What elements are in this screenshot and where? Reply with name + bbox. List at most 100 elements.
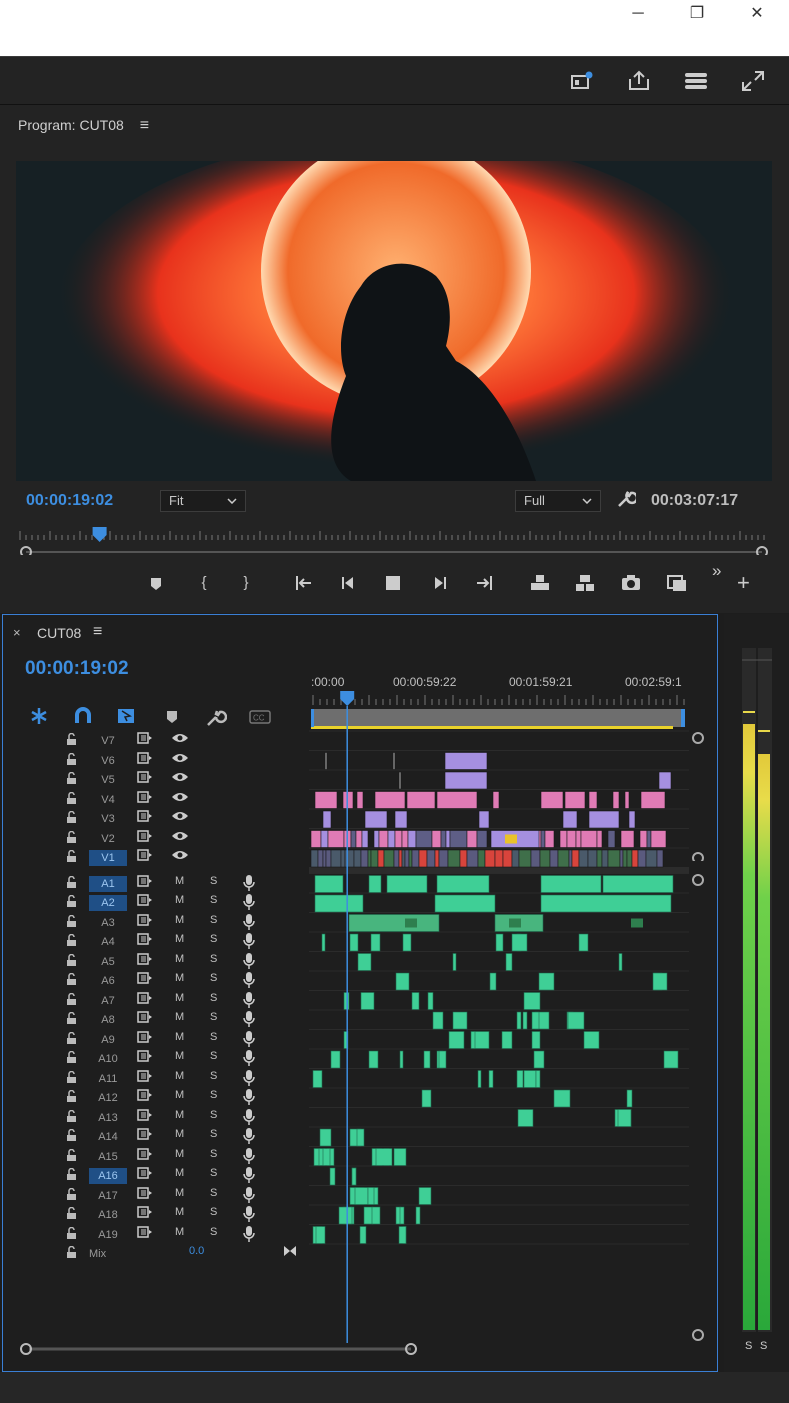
close-window-button[interactable]: ✕: [737, 4, 777, 24]
clip[interactable]: [368, 875, 382, 893]
clip[interactable]: [387, 830, 396, 848]
clip[interactable]: [477, 849, 486, 868]
work-area-range[interactable]: [311, 726, 673, 729]
clip[interactable]: [431, 830, 442, 848]
clip[interactable]: [535, 1070, 541, 1088]
clip[interactable]: [356, 791, 364, 809]
clip[interactable]: [329, 1167, 336, 1186]
track-target-a11[interactable]: A11: [89, 1071, 127, 1087]
lock-track-icon[interactable]: [67, 972, 76, 985]
solo-track-button[interactable]: S: [210, 1167, 217, 1179]
clip[interactable]: [348, 914, 440, 932]
lock-track-icon[interactable]: [67, 732, 76, 745]
clip[interactable]: [404, 849, 410, 868]
lock-track-icon[interactable]: [67, 1167, 76, 1180]
clip[interactable]: [370, 849, 379, 868]
clip[interactable]: [371, 1206, 381, 1225]
clip[interactable]: [562, 810, 578, 829]
sync-lock-icon[interactable]: [137, 972, 153, 987]
work-area-in[interactable]: [311, 709, 314, 727]
stop-button[interactable]: [381, 571, 405, 595]
track-target-a13[interactable]: A13: [89, 1110, 127, 1126]
clip[interactable]: [393, 1148, 407, 1166]
toggle-output-eye-icon[interactable]: [171, 791, 189, 806]
track-target-v6[interactable]: V6: [89, 753, 127, 769]
clip[interactable]: [523, 1070, 537, 1088]
voice-over-mic-icon[interactable]: [243, 1167, 255, 1186]
clip[interactable]: [522, 1011, 528, 1030]
lock-track-icon[interactable]: [67, 849, 76, 862]
voice-over-mic-icon[interactable]: [243, 972, 255, 991]
clip[interactable]: [473, 1031, 490, 1049]
scrub-bar[interactable]: [18, 527, 770, 558]
lock-track-icon[interactable]: [67, 1050, 76, 1063]
clip[interactable]: [344, 849, 355, 868]
add-marker-button[interactable]: [144, 571, 168, 595]
clip[interactable]: [631, 849, 639, 868]
toggle-output-eye-icon[interactable]: [171, 830, 189, 845]
clip[interactable]: [484, 849, 496, 868]
clip[interactable]: [470, 1031, 476, 1049]
clip[interactable]: [393, 849, 400, 868]
step-forward-button[interactable]: [428, 571, 452, 595]
track-target-a15[interactable]: A15: [89, 1149, 127, 1165]
clip[interactable]: [533, 1050, 545, 1069]
mute-track-button[interactable]: M: [175, 914, 184, 926]
track-target-v3[interactable]: V3: [89, 811, 127, 827]
sync-lock-icon[interactable]: [137, 751, 153, 767]
current-timecode[interactable]: 00:00:19:02: [26, 492, 113, 510]
clip[interactable]: [622, 849, 628, 868]
clip[interactable]: [540, 875, 602, 893]
clip[interactable]: [639, 830, 648, 848]
track-target-v5[interactable]: V5: [89, 772, 127, 788]
clip[interactable]: [340, 849, 346, 868]
clip[interactable]: [516, 1011, 522, 1030]
sync-lock-icon[interactable]: [137, 1225, 153, 1241]
clip[interactable]: [368, 1050, 379, 1069]
clip[interactable]: [395, 972, 410, 991]
clip[interactable]: [557, 849, 570, 868]
sync-lock-icon[interactable]: [137, 771, 153, 786]
clip[interactable]: [401, 849, 406, 868]
lock-track-icon[interactable]: [67, 1245, 76, 1258]
clip[interactable]: [411, 849, 420, 868]
clip[interactable]: [501, 1031, 513, 1049]
voice-over-mic-icon[interactable]: [243, 1225, 255, 1245]
lock-track-icon[interactable]: [67, 1031, 76, 1044]
clip[interactable]: [518, 849, 532, 868]
lock-track-icon[interactable]: [67, 1128, 76, 1141]
solo-track-button[interactable]: S: [210, 992, 217, 1004]
lock-track-icon[interactable]: [67, 914, 76, 927]
clip[interactable]: [367, 1187, 375, 1205]
sync-lock-icon[interactable]: [137, 1147, 153, 1163]
lock-track-icon[interactable]: [67, 1109, 76, 1122]
clip[interactable]: [418, 849, 428, 868]
mark-out-button[interactable]: }: [234, 571, 258, 595]
voice-over-mic-icon[interactable]: [243, 1147, 255, 1167]
clip[interactable]: [626, 1089, 633, 1108]
clip[interactable]: [571, 849, 580, 868]
clip[interactable]: [350, 830, 357, 848]
linked-selection-icon[interactable]: [116, 707, 136, 725]
clip[interactable]: [601, 849, 609, 868]
clip[interactable]: [359, 1226, 367, 1244]
clip[interactable]: [325, 849, 332, 868]
solo-track-button[interactable]: S: [210, 1070, 217, 1082]
resolution-select[interactable]: Full: [515, 490, 601, 512]
voice-over-mic-icon[interactable]: [243, 874, 255, 894]
clip[interactable]: [477, 1070, 482, 1088]
clip[interactable]: [354, 1187, 369, 1205]
solo-track-button[interactable]: S: [210, 1148, 217, 1160]
mix-pan-icon[interactable]: [283, 1245, 297, 1260]
track-target-a6[interactable]: A6: [89, 973, 127, 989]
clip[interactable]: [360, 992, 375, 1010]
work-area-bar[interactable]: [311, 709, 685, 727]
track-target-a9[interactable]: A9: [89, 1032, 127, 1048]
clip[interactable]: [663, 1050, 679, 1069]
clip[interactable]: [640, 791, 666, 809]
mute-track-button[interactable]: M: [175, 1109, 184, 1121]
mix-volume-value[interactable]: 0.0: [189, 1245, 204, 1257]
clip[interactable]: [452, 953, 457, 971]
sync-lock-icon[interactable]: [137, 1108, 153, 1124]
voice-over-mic-icon[interactable]: [243, 1089, 255, 1108]
